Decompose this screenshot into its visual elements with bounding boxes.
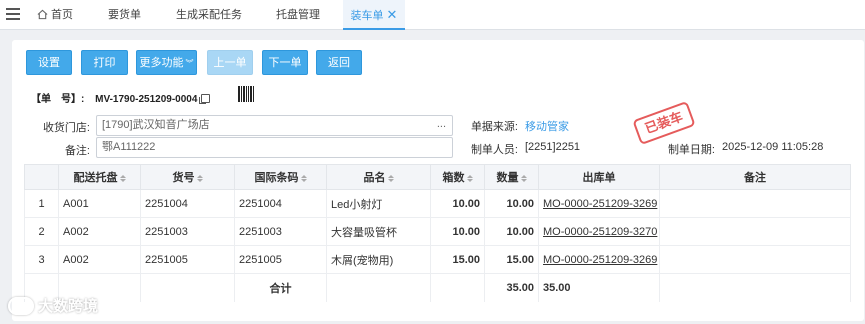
col-header-qty-label: 数量 bbox=[496, 172, 519, 184]
watermark-text: 大数跨境 bbox=[38, 298, 99, 315]
tab-loading-order-label: 装车单 bbox=[350, 10, 384, 22]
home-icon bbox=[37, 9, 48, 20]
cell-barcode: 2251005 bbox=[234, 245, 327, 274]
more-functions-button[interactable]: 更多功能 ︾ bbox=[136, 50, 197, 75]
creator-label: 制单人员: bbox=[470, 144, 518, 156]
col-header-boxes-label: 箱数 bbox=[442, 172, 465, 184]
outbound-link[interactable]: MO-0000-251209-3269 bbox=[543, 198, 657, 210]
cell-index: 1 bbox=[24, 189, 59, 218]
more-functions-label: 更多功能 bbox=[139, 57, 184, 69]
cell-name: Led小射灯 bbox=[326, 189, 431, 218]
copy-icon[interactable] bbox=[199, 94, 211, 104]
source-value[interactable]: 移动管家 bbox=[525, 118, 569, 134]
cell-barcode: 2251004 bbox=[234, 189, 327, 218]
tab-home-label: 首页 bbox=[51, 9, 73, 21]
col-header-qty[interactable]: 数量 bbox=[484, 164, 539, 190]
cell-remark bbox=[659, 189, 851, 218]
cell-outbound: MO-0000-251209-3269 bbox=[538, 245, 660, 274]
tab-requisition[interactable]: 要货单 bbox=[108, 0, 141, 30]
cell-empty bbox=[659, 273, 851, 302]
tab-home[interactable]: 首页 bbox=[37, 0, 73, 30]
tab-loading-order[interactable]: 装车单 ✕ bbox=[343, 0, 405, 30]
cell-index: 3 bbox=[24, 245, 59, 274]
document-number: 【单 号】: MV-1790-251209-0004 bbox=[31, 90, 211, 105]
close-icon[interactable]: ✕ bbox=[387, 7, 398, 22]
document-number-value: MV-1790-251209-0004 bbox=[95, 94, 198, 105]
prev-button[interactable]: 上一单 bbox=[207, 50, 253, 75]
chevron-down-icon: ︾ bbox=[185, 59, 194, 68]
table-header-row: 配送托盘 货号 国际条码 品名 箱数 数量 出库单 备注 bbox=[24, 164, 851, 190]
cell-boxes: 15.00 bbox=[430, 245, 485, 274]
settings-button[interactable]: 设置 bbox=[26, 50, 72, 75]
col-header-outbound: 出库单 bbox=[538, 164, 660, 190]
cell-sku: 2251005 bbox=[140, 245, 235, 274]
tab-pallet-management[interactable]: 托盘管理 bbox=[276, 0, 320, 30]
detail-table: 配送托盘 货号 国际条码 品名 箱数 数量 出库单 备注 1 A001 2251… bbox=[24, 164, 851, 302]
store-field[interactable]: [1790]武汉知音广场店 ... bbox=[96, 115, 453, 136]
cell-sku: 2251004 bbox=[140, 189, 235, 218]
cell-qty: 15.00 bbox=[484, 245, 539, 274]
tab-procurement-task[interactable]: 生成采配任务 bbox=[176, 0, 242, 30]
cell-pallet: A002 bbox=[58, 217, 141, 246]
store-picker-icon[interactable]: ... bbox=[437, 115, 446, 134]
col-header-index bbox=[24, 164, 59, 190]
content-card: 设置 打印 更多功能 ︾ 上一单 下一单 返回 【单 号】: MV-1790-25… bbox=[12, 40, 864, 321]
barcode-icon[interactable] bbox=[238, 86, 258, 102]
cell-barcode: 2251003 bbox=[234, 217, 327, 246]
total-boxes: 35.00 bbox=[484, 273, 539, 302]
col-header-pallet-label: 配送托盘 bbox=[73, 172, 118, 184]
cell-index: 2 bbox=[24, 217, 59, 246]
cell-boxes: 10.00 bbox=[430, 217, 485, 246]
total-qty: 35.00 bbox=[538, 273, 660, 302]
cell-qty: 10.00 bbox=[484, 217, 539, 246]
creator-value: [2251]2251 bbox=[525, 141, 581, 153]
cell-pallet: A001 bbox=[58, 189, 141, 218]
menu-toggle-icon[interactable] bbox=[6, 8, 20, 22]
outbound-link[interactable]: MO-0000-251209-3270 bbox=[543, 226, 657, 238]
cell-name: 木屑(宠物用) bbox=[326, 245, 431, 274]
table-row[interactable]: 3 A002 2251005 2251005 木屑(宠物用) 15.00 15.… bbox=[24, 245, 851, 274]
remark-field[interactable]: 鄂A111222 bbox=[96, 137, 453, 158]
col-header-sku[interactable]: 货号 bbox=[140, 164, 235, 190]
cell-remark bbox=[659, 245, 851, 274]
watermark: 大数跨境 bbox=[8, 295, 98, 316]
cell-remark bbox=[659, 217, 851, 246]
source-label: 单据来源: bbox=[470, 121, 518, 133]
col-header-sku-label: 货号 bbox=[172, 172, 195, 184]
date-value: 2025-12-09 11:05:28 bbox=[722, 141, 824, 153]
col-header-barcode[interactable]: 国际条码 bbox=[234, 164, 327, 190]
table-row[interactable]: 2 A002 2251003 2251003 大容量吸管杯 10.00 10.0… bbox=[24, 217, 851, 246]
cell-sku: 2251003 bbox=[140, 217, 235, 246]
col-header-remark: 备注 bbox=[659, 164, 851, 190]
col-header-barcode-label: 国际条码 bbox=[254, 172, 299, 184]
cell-outbound: MO-0000-251209-3269 bbox=[538, 189, 660, 218]
total-row: 合计 35.00 35.00 bbox=[24, 273, 851, 302]
col-header-pallet[interactable]: 配送托盘 bbox=[58, 164, 141, 190]
cell-pallet: A002 bbox=[58, 245, 141, 274]
store-field-value: [1790]武汉知音广场店 bbox=[102, 119, 210, 131]
col-header-name[interactable]: 品名 bbox=[326, 164, 431, 190]
date-label: 制单日期: bbox=[667, 144, 715, 156]
col-header-boxes[interactable]: 箱数 bbox=[430, 164, 485, 190]
watermark-logo-icon bbox=[8, 297, 34, 315]
col-header-name-label: 品名 bbox=[363, 172, 386, 184]
next-button[interactable]: 下一单 bbox=[262, 50, 308, 75]
outbound-link[interactable]: MO-0000-251209-3269 bbox=[543, 254, 657, 266]
cell-outbound: MO-0000-251209-3270 bbox=[538, 217, 660, 246]
back-button[interactable]: 返回 bbox=[316, 50, 362, 75]
loaded-stamp: 已装车 bbox=[632, 100, 696, 146]
cell-name: 大容量吸管杯 bbox=[326, 217, 431, 246]
remark-label: 备注: bbox=[64, 145, 90, 157]
cell-qty: 10.00 bbox=[484, 189, 539, 218]
tab-bar: 首页 要货单 生成采配任务 托盘管理 装车单 ✕ bbox=[0, 0, 865, 30]
cell-boxes: 10.00 bbox=[430, 189, 485, 218]
print-button[interactable]: 打印 bbox=[81, 50, 128, 75]
cell-empty bbox=[140, 273, 235, 302]
cell-empty bbox=[326, 273, 431, 302]
table-row[interactable]: 1 A001 2251004 2251004 Led小射灯 10.00 10.0… bbox=[24, 189, 851, 218]
cell-empty bbox=[430, 273, 485, 302]
total-label: 合计 bbox=[234, 273, 327, 302]
document-number-label: 【单 号】: bbox=[31, 94, 85, 105]
store-label: 收货门店: bbox=[42, 122, 90, 134]
